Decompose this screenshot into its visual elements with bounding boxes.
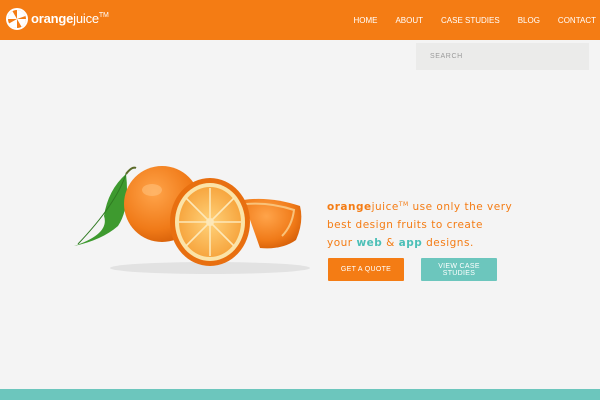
brand-name-light: juice [73, 11, 99, 26]
tagline-line1-rest: use only the very [408, 201, 513, 213]
brand-name-bold: orange [31, 11, 74, 26]
get-a-quote-button[interactable]: GET A QUOTE [328, 258, 404, 281]
brand-name: orangejuiceTM [31, 8, 109, 30]
brand-trademark: TM [98, 12, 109, 19]
oranges-hero-image [74, 166, 310, 274]
tagline-brand-light: juice [371, 201, 399, 213]
search-input[interactable] [416, 43, 589, 70]
nav-item-contact[interactable]: CONTACT [558, 16, 596, 25]
top-navigation-bar: orangejuiceTM HOME ABOUT CASE STUDIES BL… [0, 0, 600, 40]
nav-item-home[interactable]: HOME [353, 16, 377, 25]
tagline-brand-bold: orange [327, 201, 372, 213]
orange-slice-logo-icon [6, 8, 28, 30]
brand-logo[interactable]: orangejuiceTM [6, 8, 109, 30]
tagline-line3-prefix: your [327, 237, 357, 249]
tagline-app: app [398, 237, 423, 249]
footer-strip [0, 389, 600, 400]
tagline-trademark: TM [398, 201, 409, 208]
tagline-line2: best design fruits to create [327, 219, 483, 231]
tagline-web: web [356, 237, 383, 249]
nav-item-about[interactable]: ABOUT [395, 16, 423, 25]
main-nav: HOME ABOUT CASE STUDIES BLOG CONTACT [335, 0, 596, 40]
view-case-studies-button[interactable]: VIEW CASE STUDIES [421, 258, 497, 281]
tagline-line3-suffix: designs. [422, 237, 474, 249]
nav-item-blog[interactable]: BLOG [518, 16, 540, 25]
hero-tagline: orangejuiceTM use only the very best desi… [327, 198, 557, 252]
tagline-amp: & [382, 237, 399, 249]
nav-item-case-studies[interactable]: CASE STUDIES [441, 16, 500, 25]
